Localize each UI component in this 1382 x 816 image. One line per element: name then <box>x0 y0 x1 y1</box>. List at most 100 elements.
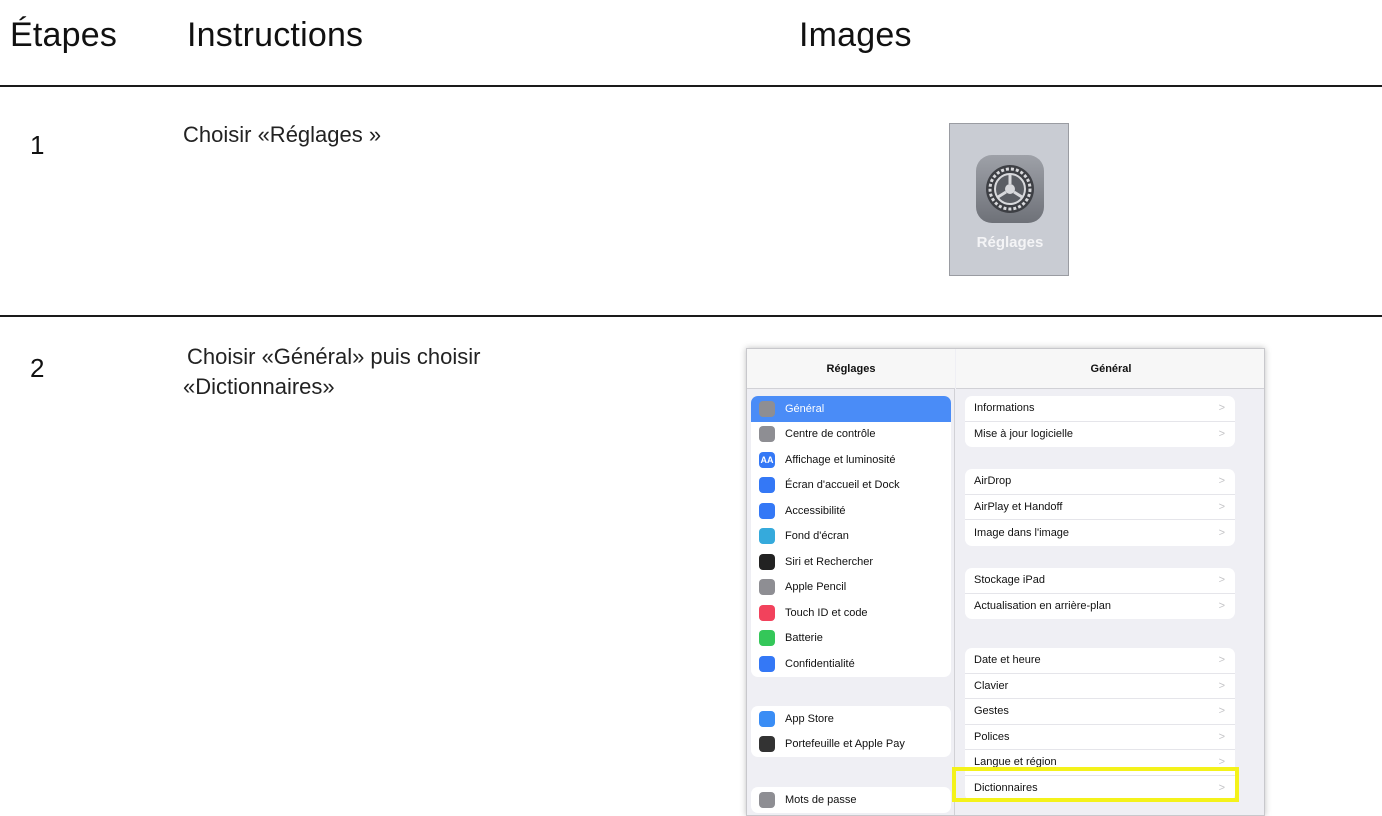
general-group-1: Informations > Mise à jour logicielle > <box>965 396 1235 447</box>
general-group-4: Date et heure > Clavier > Gestes > Polices > Lan… <box>965 648 1235 801</box>
general-item-airplay-et-handoff[interactable]: AirPlay et Handoff > <box>965 495 1235 520</box>
chevron-right-icon: > <box>1218 730 1225 743</box>
chevron-right-icon: > <box>1218 402 1225 415</box>
sidebar-item-label: Portefeuille et Apple Pay <box>785 738 905 751</box>
general-item-label: AirPlay et Handoff <box>974 500 1063 513</box>
sidebar-item-portefeuille-et-apple-pay[interactable]: Portefeuille et Apple Pay <box>751 732 951 758</box>
general-item-label: Dictionnaires <box>974 782 1038 795</box>
sidebar-group-2: App Store Portefeuille et Apple Pay <box>751 706 951 757</box>
general-item-mise-a-jour-logicielle[interactable]: Mise à jour logicielle > <box>965 422 1235 448</box>
general-item-label: Actualisation en arrière-plan <box>974 600 1111 613</box>
sidebar-item-fond-d-ecran[interactable]: Fond d'écran <box>751 524 951 550</box>
step-2-instruction-line-1: Choisir «Général» puis choisir <box>187 344 481 369</box>
chevron-right-icon: > <box>1218 500 1225 513</box>
text-size-icon: AA <box>759 451 775 468</box>
sidebar-item-confidentialite[interactable]: Confidentialité <box>751 651 951 677</box>
sidebar-item-label: Général <box>785 402 825 415</box>
sidebar-item-label: Batterie <box>785 632 823 645</box>
key-icon <box>759 791 775 808</box>
general-item-polices[interactable]: Polices > <box>965 725 1235 750</box>
step-2-number: 2 <box>30 353 45 383</box>
sidebar-item-centre-de-controle[interactable]: Centre de contrôle <box>751 422 951 448</box>
general-item-image-dans-l-image[interactable]: Image dans l'image > <box>965 520 1235 546</box>
settings-app-thumbnail: Réglages <box>949 123 1069 276</box>
ipad-settings-screenshot: Réglages Général Centre de contrôle AA Affi… <box>746 348 1265 816</box>
step-1-rule <box>0 315 1382 317</box>
general-item-label: Stockage iPad <box>974 574 1045 587</box>
general-item-dictionnaires[interactable]: Dictionnaires > <box>965 776 1235 802</box>
general-item-date-et-heure[interactable]: Date et heure > <box>965 648 1235 674</box>
battery-icon <box>759 630 775 647</box>
chevron-right-icon: > <box>1218 600 1225 613</box>
general-item-label: Informations <box>974 402 1035 415</box>
sidebar-item-app-store[interactable]: App Store <box>751 706 951 732</box>
sidebar-item-label: Accessibilité <box>785 504 846 517</box>
general-item-clavier[interactable]: Clavier > <box>965 674 1235 699</box>
sidebar-item-label: Centre de contrôle <box>785 428 876 441</box>
header-images: Images <box>799 16 912 54</box>
step-2-instruction-line-2: «Dictionnaires» <box>183 374 335 399</box>
general-item-label: AirDrop <box>974 475 1012 488</box>
sidebar-item-label: Écran d'accueil et Dock <box>785 479 900 492</box>
chevron-right-icon: > <box>1218 705 1225 718</box>
sidebar-item-label: Affichage et luminosité <box>785 453 896 466</box>
pencil-icon <box>759 579 775 596</box>
general-item-label: Gestes <box>974 705 1009 718</box>
chevron-right-icon: > <box>1218 654 1225 667</box>
chevron-right-icon: > <box>1218 782 1225 795</box>
sidebar-item-touch-id-et-code[interactable]: Touch ID et code <box>751 600 951 626</box>
chevron-right-icon: > <box>1218 756 1225 769</box>
settings-sidebar: Réglages Général Centre de contrôle AA Affi… <box>747 349 955 815</box>
chevron-right-icon: > <box>1218 574 1225 587</box>
chevron-right-icon: > <box>1218 679 1225 692</box>
sidebar-group-1: Général Centre de contrôle AA Affichage et … <box>751 396 951 677</box>
chevron-right-icon: > <box>1218 428 1225 441</box>
app-store-icon <box>759 710 775 727</box>
fingerprint-icon <box>759 604 775 621</box>
header-steps: Étapes <box>10 16 118 54</box>
sidebar-item-label: App Store <box>785 712 834 725</box>
hand-icon <box>759 655 775 672</box>
toggles-icon <box>759 426 775 443</box>
header-instructions: Instructions <box>187 16 364 54</box>
sidebar-item-siri-et-rechercher[interactable]: Siri et Rechercher <box>751 549 951 575</box>
sidebar-item-mots-de-passe[interactable]: Mots de passe <box>751 787 951 813</box>
sidebar-item-label: Siri et Rechercher <box>785 555 874 568</box>
sidebar-item-apple-pencil[interactable]: Apple Pencil <box>751 575 951 601</box>
siri-icon <box>759 553 775 570</box>
sidebar-group-3: Mots de passe <box>751 787 951 813</box>
accessibility-icon <box>759 502 775 519</box>
sidebar-item-label: Confidentialité <box>785 657 855 670</box>
chevron-right-icon: > <box>1218 475 1225 488</box>
general-item-actualisation-en-arriere-plan[interactable]: Actualisation en arrière-plan > <box>965 594 1235 620</box>
gear-icon <box>986 165 1034 213</box>
general-title: Général <box>956 349 1264 389</box>
sidebar-item-label: Apple Pencil <box>785 581 847 594</box>
sidebar-item-batterie[interactable]: Batterie <box>751 626 951 652</box>
general-item-gestes[interactable]: Gestes > <box>965 699 1235 725</box>
wallet-icon <box>759 736 775 753</box>
chevron-right-icon: > <box>1218 526 1225 539</box>
sidebar-item-label: Fond d'écran <box>785 530 849 543</box>
gear-icon <box>759 400 775 417</box>
general-group-3: Stockage iPad > Actualisation en arrière-p… <box>965 568 1235 619</box>
general-item-label: Date et heure <box>974 654 1041 667</box>
sidebar-item-affichage-et-luminosite[interactable]: AA Affichage et luminosité <box>751 447 951 473</box>
general-item-label: Polices <box>974 730 1010 743</box>
home-grid-icon <box>759 477 775 494</box>
general-item-stockage-ipad[interactable]: Stockage iPad > <box>965 568 1235 594</box>
general-item-informations[interactable]: Informations > <box>965 396 1235 422</box>
general-item-label: Langue et région <box>974 756 1057 769</box>
sidebar-item-label: Mots de passe <box>785 793 857 806</box>
sidebar-item-accessibilite[interactable]: Accessibilité <box>751 498 951 524</box>
step-1-instruction: Choisir «Réglages » <box>183 122 382 147</box>
settings-app-label: Réglages <box>976 234 1044 251</box>
general-item-airdrop[interactable]: AirDrop > <box>965 469 1235 495</box>
sidebar-item-ecran-d-accueil-et-dock[interactable]: Écran d'accueil et Dock <box>751 473 951 499</box>
general-item-langue-et-region[interactable]: Langue et région > <box>965 750 1235 776</box>
general-group-2: AirDrop > AirPlay et Handoff > Image dans l'… <box>965 469 1235 546</box>
general-item-label: Image dans l'image <box>974 526 1070 539</box>
sidebar-item-general[interactable]: Général <box>751 396 951 422</box>
settings-app-icon <box>976 155 1044 223</box>
general-item-label: Mise à jour logicielle <box>974 428 1074 441</box>
